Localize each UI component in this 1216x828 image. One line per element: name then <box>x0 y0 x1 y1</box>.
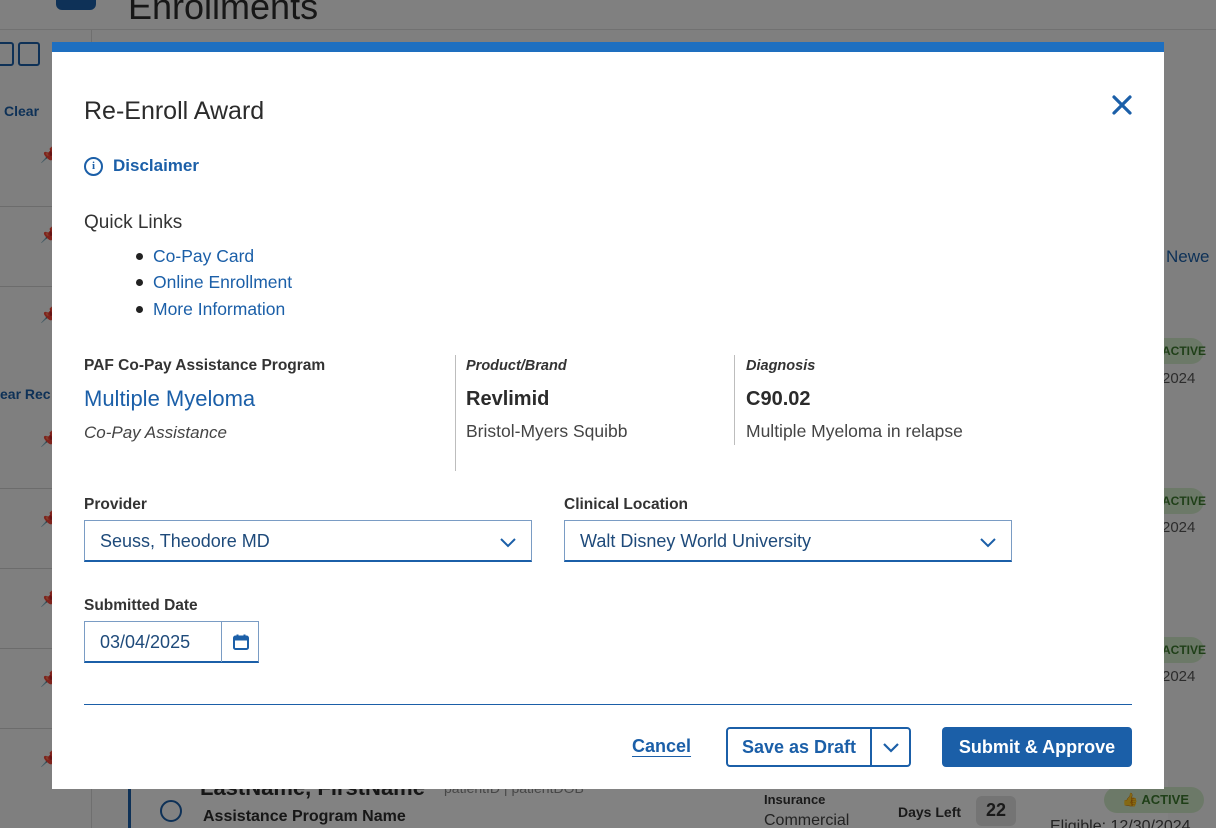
program-type: Co-Pay Assistance <box>84 423 227 442</box>
quick-link-item: Co-Pay Card <box>136 243 292 270</box>
re-enroll-award-dialog: Re-Enroll Award i Disclaimer Quick Links… <box>52 42 1164 789</box>
save-draft-button[interactable]: Save as Draft <box>728 729 870 765</box>
submitted-date-input[interactable] <box>85 622 221 662</box>
quick-links-list: Co-Pay Card Online Enrollment More Infor… <box>136 243 292 323</box>
submitted-date-label: Submitted Date <box>84 597 198 614</box>
chevron-down-icon <box>500 538 516 548</box>
bullet <box>136 252 143 260</box>
close-icon <box>1112 95 1132 115</box>
clinical-location-label: Clinical Location <box>564 496 689 513</box>
provider-select[interactable]: Seuss, Theodore MD <box>84 520 532 562</box>
calendar-icon <box>232 634 249 650</box>
cancel-button[interactable]: Cancel <box>632 736 691 757</box>
dialog-title: Re-Enroll Award <box>84 97 265 125</box>
save-draft-split-button: Save as Draft <box>726 727 911 767</box>
online-enrollment-link[interactable]: Online Enrollment <box>153 272 292 293</box>
diagnosis-description: Multiple Myeloma in relapse <box>746 421 963 441</box>
diagnosis-label: Diagnosis <box>746 358 816 374</box>
submit-approve-button[interactable]: Submit & Approve <box>942 727 1132 767</box>
provider-value: Seuss, Theodore MD <box>100 531 270 551</box>
date-picker-button[interactable] <box>221 622 259 662</box>
disclaimer-link[interactable]: i Disclaimer <box>84 156 199 176</box>
footer-divider <box>84 704 1132 705</box>
chevron-down-icon <box>882 743 899 753</box>
submitted-date-field <box>84 621 259 663</box>
column-divider <box>734 355 735 445</box>
diagnosis-code: C90.02 <box>746 388 811 410</box>
co-pay-card-link[interactable]: Co-Pay Card <box>153 246 254 267</box>
chevron-down-icon <box>980 538 996 548</box>
bullet <box>136 279 143 287</box>
product-label: Product/Brand <box>466 358 567 374</box>
quick-links-title: Quick Links <box>84 212 183 233</box>
program-name: Multiple Myeloma <box>84 386 256 411</box>
more-information-link[interactable]: More Information <box>153 299 285 320</box>
info-icon: i <box>84 156 103 176</box>
bullet <box>136 305 143 313</box>
product-name: Revlimid <box>466 388 550 410</box>
disclaimer-label: Disclaimer <box>113 156 199 175</box>
product-manufacturer: Bristol-Myers Squibb <box>466 421 628 441</box>
clinical-location-select[interactable]: Walt Disney World University <box>564 520 1012 562</box>
save-draft-menu-toggle[interactable] <box>870 729 909 765</box>
quick-link-item: Online Enrollment <box>136 270 292 297</box>
close-button[interactable] <box>1109 92 1135 118</box>
clinical-location-value: Walt Disney World University <box>580 531 812 551</box>
column-divider <box>455 355 456 471</box>
program-label: PAF Co-Pay Assistance Program <box>84 357 326 374</box>
quick-link-item: More Information <box>136 296 292 323</box>
provider-label: Provider <box>84 496 147 513</box>
